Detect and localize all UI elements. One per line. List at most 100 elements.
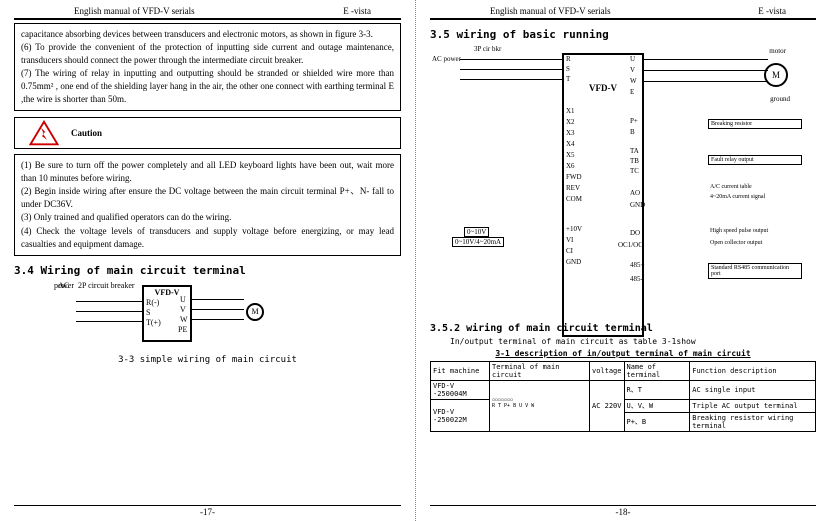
header-title: English manual of VFD-V serials [74,6,195,16]
th-volt: voltage [589,362,624,381]
d2-sig1: 0~10V [464,227,489,237]
page-number-left: -17- [14,505,401,517]
d1-V: V [180,305,186,314]
terminal-table: Fit machine Terminal of main circuit vol… [430,361,816,432]
d2-REV: REV [566,184,580,192]
th-fit: Fit machine [431,362,490,381]
th-name: Name of terminal [624,362,690,381]
d2-TB: TB [630,157,639,165]
warning-box-1: capacitance absorbing devices between tr… [14,23,401,111]
d1-U: U [180,295,186,304]
section-3-5-title: 3.5 wiring of basic running [430,28,816,41]
diagram-3-3: 2P circuit breaker AC power VFD-V R(-) S… [14,281,401,351]
d1-PE: PE [178,325,187,334]
d1-power: power [54,281,74,290]
d2-vfd-label: VFD-V [589,83,617,93]
d1-breaker-label: 2P circuit breaker [78,281,135,290]
d1-R: R(-) [146,298,159,307]
d1-caption: 3-3 simple wiring of main circuit [14,355,401,365]
d1-vfd-label: VFD-V [155,288,180,297]
cell-fit1: VFD-V -250004M [431,381,490,400]
d2-485m: 485- [630,275,643,283]
d2-X6: X6 [566,162,575,170]
d2-E: E [630,88,634,96]
d2-VI: VI [566,236,573,244]
d2-brk-box: Breaking resistor [708,119,802,129]
table-row: VFD-V -250004M ▫▫▫▫▫▫▫R T P+ B U V W AC … [431,381,816,400]
box2-item3: (3) Only trained and qualified operators… [21,211,394,224]
d2-X3: X3 [566,129,575,137]
d2-B: B [630,128,635,136]
box2-item1: (1) Be sure to turn off the power comple… [21,159,394,185]
box1-item6: (6) To provide the convenient of the pro… [21,41,394,67]
d2-ground: ground [770,95,790,103]
d2-sig2: 0~10V/4~20mA [452,237,504,247]
d2-X1: X1 [566,107,575,115]
d2-U: U [630,55,635,63]
page-number-right: -18- [430,505,816,517]
d2-acct: A/C current table [708,183,800,191]
header-brand: E -vista [343,6,371,16]
d2-AO: AO [630,189,640,197]
warning-box-2: (1) Be sure to turn off the power comple… [14,154,401,255]
d2-FWD: FWD [566,173,582,181]
d1-T: T(+) [146,318,161,327]
d2-relay-box: Fault relay output [708,155,802,165]
cell-f2: Triple AC output terminal [690,400,816,413]
cell-n2: U、V、W [624,400,690,413]
cell-n1: R、T [624,381,690,400]
d2-X4: X4 [566,140,575,148]
d2-485p: 485+ [630,261,644,269]
d2-X5: X5 [566,151,575,159]
caution-bar: Caution [14,117,401,149]
page-right: English manual of VFD-V serials E -vista… [415,0,830,521]
d2-p10v: +10V [566,225,582,233]
box2-item4: (4) Check the voltage levels of transduc… [21,225,394,251]
d2-acpower: AC power [432,55,461,63]
d2-Pp: P+ [630,117,638,125]
d2-oco: Open collector output [708,239,800,247]
cell-fit2: VFD-V -250022M [431,400,490,432]
header-left: English manual of VFD-V serials E -vista [14,4,401,20]
d2-motor-label: motor [769,47,786,55]
d2-W: W [630,77,637,85]
header-brand-r: E -vista [758,6,786,16]
box2-item2: (2) Begin inside wiring after ensure the… [21,185,394,211]
cell-n3: P+、B [624,413,690,432]
d2-breaker: 3P cir bkr [474,45,501,53]
d2-T: T [566,75,570,83]
header-title-r: English manual of VFD-V serials [490,6,611,16]
cell-f3: Breaking resistor wiring terminal [690,413,816,432]
d2-GND: GND [630,201,645,209]
d2-GND2: GND [566,258,581,266]
th-func: Function description [690,362,816,381]
d2-TA: TA [630,147,639,155]
d2-R: R [566,55,571,63]
terminal-block-icon: ▫▫▫▫▫▫▫R T P+ B U V W [492,397,562,415]
d2-acsig: 4~20mA current signal [708,193,800,201]
section-3-4-title: 3.4 Wiring of main circuit terminal [14,264,401,277]
d2-hsp: High speed pulse output [708,227,800,235]
d2-motor-icon: M [764,63,788,87]
d1-motor-icon: M [246,303,264,321]
d2-X2: X2 [566,118,575,126]
d2-rs: Standard RS485 communication port [708,263,802,279]
caution-label: Caution [71,128,102,138]
hazard-icon [29,120,59,146]
table-header-row: Fit machine Terminal of main circuit vol… [431,362,816,381]
cell-f1: AC single input [690,381,816,400]
d2-TC: TC [630,167,639,175]
d2-DO: DO [630,229,640,237]
cell-termimg: ▫▫▫▫▫▫▫R T P+ B U V W [490,381,590,432]
d1-S: S [146,308,150,317]
cell-volt: AC 220V [589,381,624,432]
table-3-1-header: 3-1 description of in/output terminal of… [430,349,816,358]
diagram-basic-running: 3P cir bkr AC power VFD-V R S T X1 X2 X3… [430,45,816,317]
d2-CI: CI [566,247,573,255]
term-labels: R T P+ B U V W [492,403,534,409]
d2-S: S [566,65,570,73]
d2-OC: OC1/OC [618,241,643,249]
d1-W: W [180,315,188,324]
header-right: English manual of VFD-V serials E -vista [430,4,816,20]
box1-item7: (7) The wiring of relay in inputting and… [21,67,394,106]
